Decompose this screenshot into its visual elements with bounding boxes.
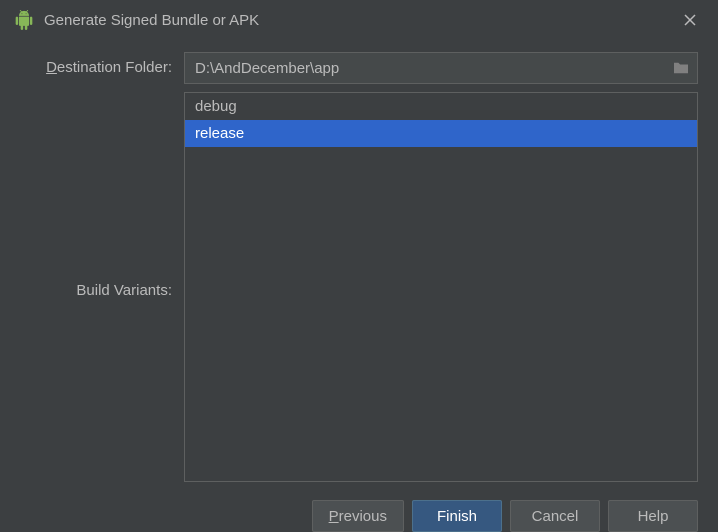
help-button[interactable]: Help — [608, 500, 698, 532]
titlebar-left: Generate Signed Bundle or APK — [14, 10, 259, 30]
variants-listbox[interactable]: debug release — [184, 92, 698, 482]
destination-label: Destination Folder: — [16, 52, 184, 76]
variants-label: Build Variants: — [16, 92, 184, 299]
titlebar: Generate Signed Bundle or APK — [0, 0, 718, 40]
android-icon — [14, 10, 34, 30]
window-title: Generate Signed Bundle or APK — [44, 12, 259, 29]
cancel-button[interactable]: Cancel — [510, 500, 600, 532]
variants-row: Build Variants: debug release — [16, 92, 698, 482]
form-area: Destination Folder: Build Variants: debu… — [0, 40, 718, 482]
finish-button[interactable]: Finish — [412, 500, 502, 532]
button-bar: Previous Finish Cancel Help — [0, 500, 718, 528]
previous-button[interactable]: Previous — [312, 500, 404, 532]
list-item[interactable]: release — [185, 120, 697, 147]
destination-input[interactable] — [184, 52, 698, 84]
list-item[interactable]: debug — [185, 93, 697, 120]
close-button[interactable] — [680, 10, 700, 30]
destination-row: Destination Folder: — [16, 52, 698, 84]
destination-input-wrap — [184, 52, 698, 84]
browse-folder-icon[interactable] — [672, 61, 690, 75]
